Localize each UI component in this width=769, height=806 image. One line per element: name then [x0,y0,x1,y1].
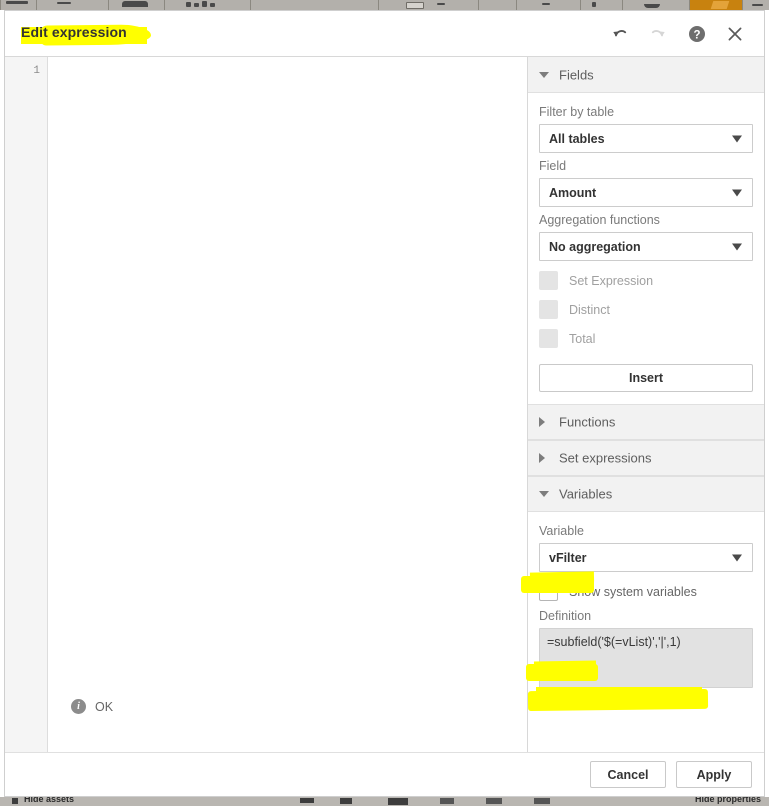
chevron-down-icon [732,189,742,196]
checkbox-row-show-system-variables[interactable]: Show system variables [539,578,753,605]
chevron-right-icon [539,417,545,427]
editor-gutter: 1 [5,57,48,752]
dialog-title: Edit expression [21,24,127,40]
definition-textarea[interactable]: =subfield('$(=vList)','|',1) [539,628,753,688]
section-body-variables: Variable vFilter Show system variables D… [528,512,764,700]
variable-select[interactable]: vFilter [539,543,753,572]
show-system-variables-label: Show system variables [569,584,697,599]
checkbox-row-set-expression[interactable]: Set Expression [539,267,753,294]
checkbox-row-distinct[interactable]: Distinct [539,296,753,323]
field-label: Field [539,159,567,173]
field-value: Amount [549,185,597,200]
definition-label: Definition [539,609,592,623]
section-label-functions: Functions [559,414,616,430]
total-label: Total [569,331,596,346]
filter-by-table-select[interactable]: All tables [539,124,753,153]
screen: Edit expression ? 1 i OK Fields Filter b… [0,0,769,806]
expression-code-area[interactable] [49,57,527,752]
filter-by-table-label: Filter by table [539,105,615,119]
chevron-down-icon [732,243,742,250]
chevron-down-icon [732,135,742,142]
checkbox-row-total[interactable]: Total [539,325,753,352]
properties-panel: Fields Filter by table All tables Field … [528,57,764,752]
section-label-fields: Fields [559,67,594,82]
aggregation-functions-value: No aggregation [549,239,641,254]
section-header-variables[interactable]: Variables [528,476,764,512]
dialog-titlebar: Edit expression ? [5,11,764,57]
editor-line-number: 1 [33,65,40,77]
aggregation-functions-label: Aggregation functions [539,213,660,227]
set-expression-checkbox[interactable] [539,271,558,290]
chevron-right-icon [539,453,545,463]
hide-assets-label[interactable]: Hide assets [24,797,74,804]
chevron-down-icon [732,554,742,561]
app-toolbar-strip [0,0,769,10]
insert-button[interactable]: Insert [539,364,753,392]
filter-by-table-value: All tables [549,131,605,146]
section-body-fields: Filter by table All tables Field Amount … [528,93,764,404]
help-button[interactable]: ? [680,21,714,47]
aggregation-functions-select[interactable]: No aggregation [539,232,753,261]
field-select[interactable]: Amount [539,178,753,207]
chevron-down-icon [539,491,549,497]
dialog-footer: Cancel Apply [5,752,764,796]
expression-editor-pane: 1 i OK [5,57,528,752]
section-label-variables: Variables [559,486,613,502]
apply-button[interactable]: Apply [676,761,752,788]
footer-buttons: Cancel Apply [590,761,752,788]
set-expression-label: Set Expression [569,273,654,288]
variable-label: Variable [539,524,584,538]
editor-status-text: OK [95,699,114,714]
total-checkbox[interactable] [539,329,558,348]
svg-text:?: ? [693,29,700,41]
info-icon: i [71,699,86,714]
editor-status: i OK [71,699,113,714]
titlebar-actions: ? [603,21,752,47]
section-header-set-expressions[interactable]: Set expressions [528,440,764,476]
distinct-label: Distinct [569,302,610,317]
hide-properties-label[interactable]: Hide properties [695,797,761,804]
app-bottom-bar: Hide assets Hide properties [0,797,769,806]
section-label-set-expressions: Set expressions [559,450,652,466]
variable-value: vFilter [549,550,587,565]
chevron-down-icon [539,71,549,78]
distinct-checkbox[interactable] [539,300,558,319]
show-system-variables-checkbox[interactable] [539,582,558,601]
close-button[interactable] [718,21,752,47]
edit-expression-dialog: Edit expression ? 1 i OK Fields Filter b… [4,10,765,797]
redo-button[interactable] [641,21,675,47]
section-header-fields[interactable]: Fields [528,57,764,93]
undo-button[interactable] [603,21,637,47]
cancel-button[interactable]: Cancel [590,761,666,788]
section-header-functions[interactable]: Functions [528,404,764,440]
